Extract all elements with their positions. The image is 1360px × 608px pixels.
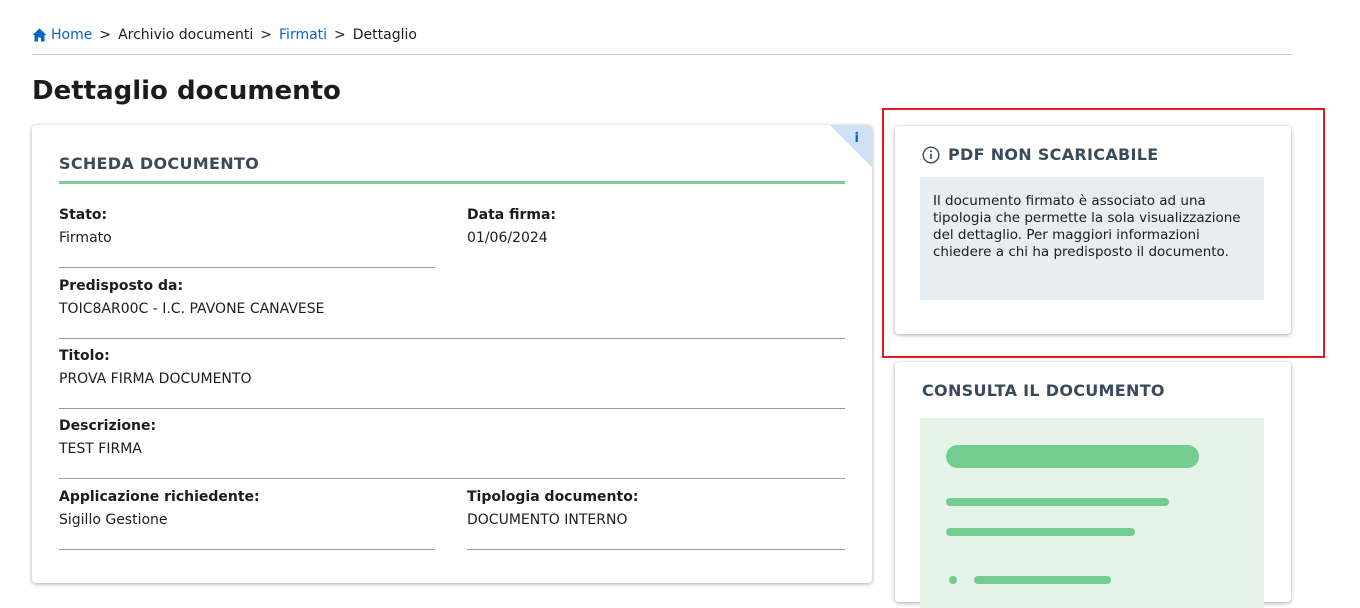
field-label: Stato: bbox=[59, 207, 108, 223]
field-value: 01/06/2024 bbox=[467, 230, 548, 246]
scheda-title-underline bbox=[59, 181, 845, 184]
field-label: Tipologia documento: bbox=[467, 489, 639, 505]
breadcrumb-home-link[interactable]: Home bbox=[51, 25, 92, 45]
field-stato: Stato: Firmato bbox=[59, 206, 435, 268]
field-value: DOCUMENTO INTERNO bbox=[467, 512, 628, 528]
home-icon[interactable] bbox=[32, 28, 47, 42]
preview-line bbox=[974, 576, 1111, 584]
scheda-documento-card: i SCHEDA DOCUMENTO Stato: Firmato Data f… bbox=[32, 125, 872, 583]
consulta-documento-card: CONSULTA IL DOCUMENTO bbox=[895, 362, 1291, 608]
preview-bar bbox=[946, 445, 1199, 468]
scheda-title: SCHEDA DOCUMENTO bbox=[59, 154, 259, 173]
consulta-title: CONSULTA IL DOCUMENTO bbox=[922, 381, 1165, 400]
field-value: Sigillo Gestione bbox=[59, 512, 168, 528]
breadcrumb-separator: > bbox=[334, 27, 346, 43]
field-underline bbox=[59, 478, 845, 479]
document-preview-illustration[interactable] bbox=[920, 418, 1264, 608]
field-value: Firmato bbox=[59, 230, 112, 246]
breadcrumb-archivio: Archivio documenti bbox=[118, 27, 254, 43]
info-icon[interactable]: i bbox=[855, 131, 859, 146]
breadcrumb-divider bbox=[32, 54, 1292, 55]
field-value: PROVA FIRMA DOCUMENTO bbox=[59, 371, 252, 387]
field-tipologia: Tipologia documento: DOCUMENTO INTERNO bbox=[467, 488, 845, 550]
preview-bullet bbox=[949, 576, 957, 584]
field-titolo: Titolo: PROVA FIRMA DOCUMENTO bbox=[59, 347, 845, 409]
breadcrumb-firmati-link[interactable]: Firmati bbox=[279, 25, 327, 45]
field-applicazione: Applicazione richiedente: Sigillo Gestio… bbox=[59, 488, 435, 550]
field-data-firma: Data firma: 01/06/2024 bbox=[467, 206, 845, 247]
field-underline bbox=[59, 338, 845, 339]
preview-line bbox=[946, 498, 1169, 506]
field-label: Applicazione richiedente: bbox=[59, 489, 260, 505]
highlight-frame bbox=[882, 108, 1325, 358]
field-underline bbox=[59, 267, 435, 268]
info-corner[interactable] bbox=[830, 125, 872, 167]
page-title: Dettaglio documento bbox=[32, 76, 341, 106]
field-underline bbox=[59, 408, 845, 409]
field-predisposto: Predisposto da: TOIC8AR00C - I.C. PAVONE… bbox=[59, 277, 845, 339]
field-label: Descrizione: bbox=[59, 418, 157, 434]
field-underline bbox=[467, 549, 845, 550]
breadcrumb: Home > Archivio documenti > Firmati > De… bbox=[32, 25, 1292, 45]
field-value: TEST FIRMA bbox=[59, 441, 142, 457]
breadcrumb-current: Dettaglio bbox=[352, 27, 417, 43]
field-label: Predisposto da: bbox=[59, 278, 184, 294]
breadcrumb-separator: > bbox=[260, 27, 273, 43]
field-value: TOIC8AR00C - I.C. PAVONE CANAVESE bbox=[59, 301, 325, 317]
field-underline bbox=[59, 549, 435, 550]
field-label: Titolo: bbox=[59, 348, 110, 364]
preview-line bbox=[946, 528, 1135, 536]
field-label: Data firma: bbox=[467, 207, 556, 223]
breadcrumb-separator: > bbox=[99, 27, 112, 43]
field-descrizione: Descrizione: TEST FIRMA bbox=[59, 417, 845, 479]
